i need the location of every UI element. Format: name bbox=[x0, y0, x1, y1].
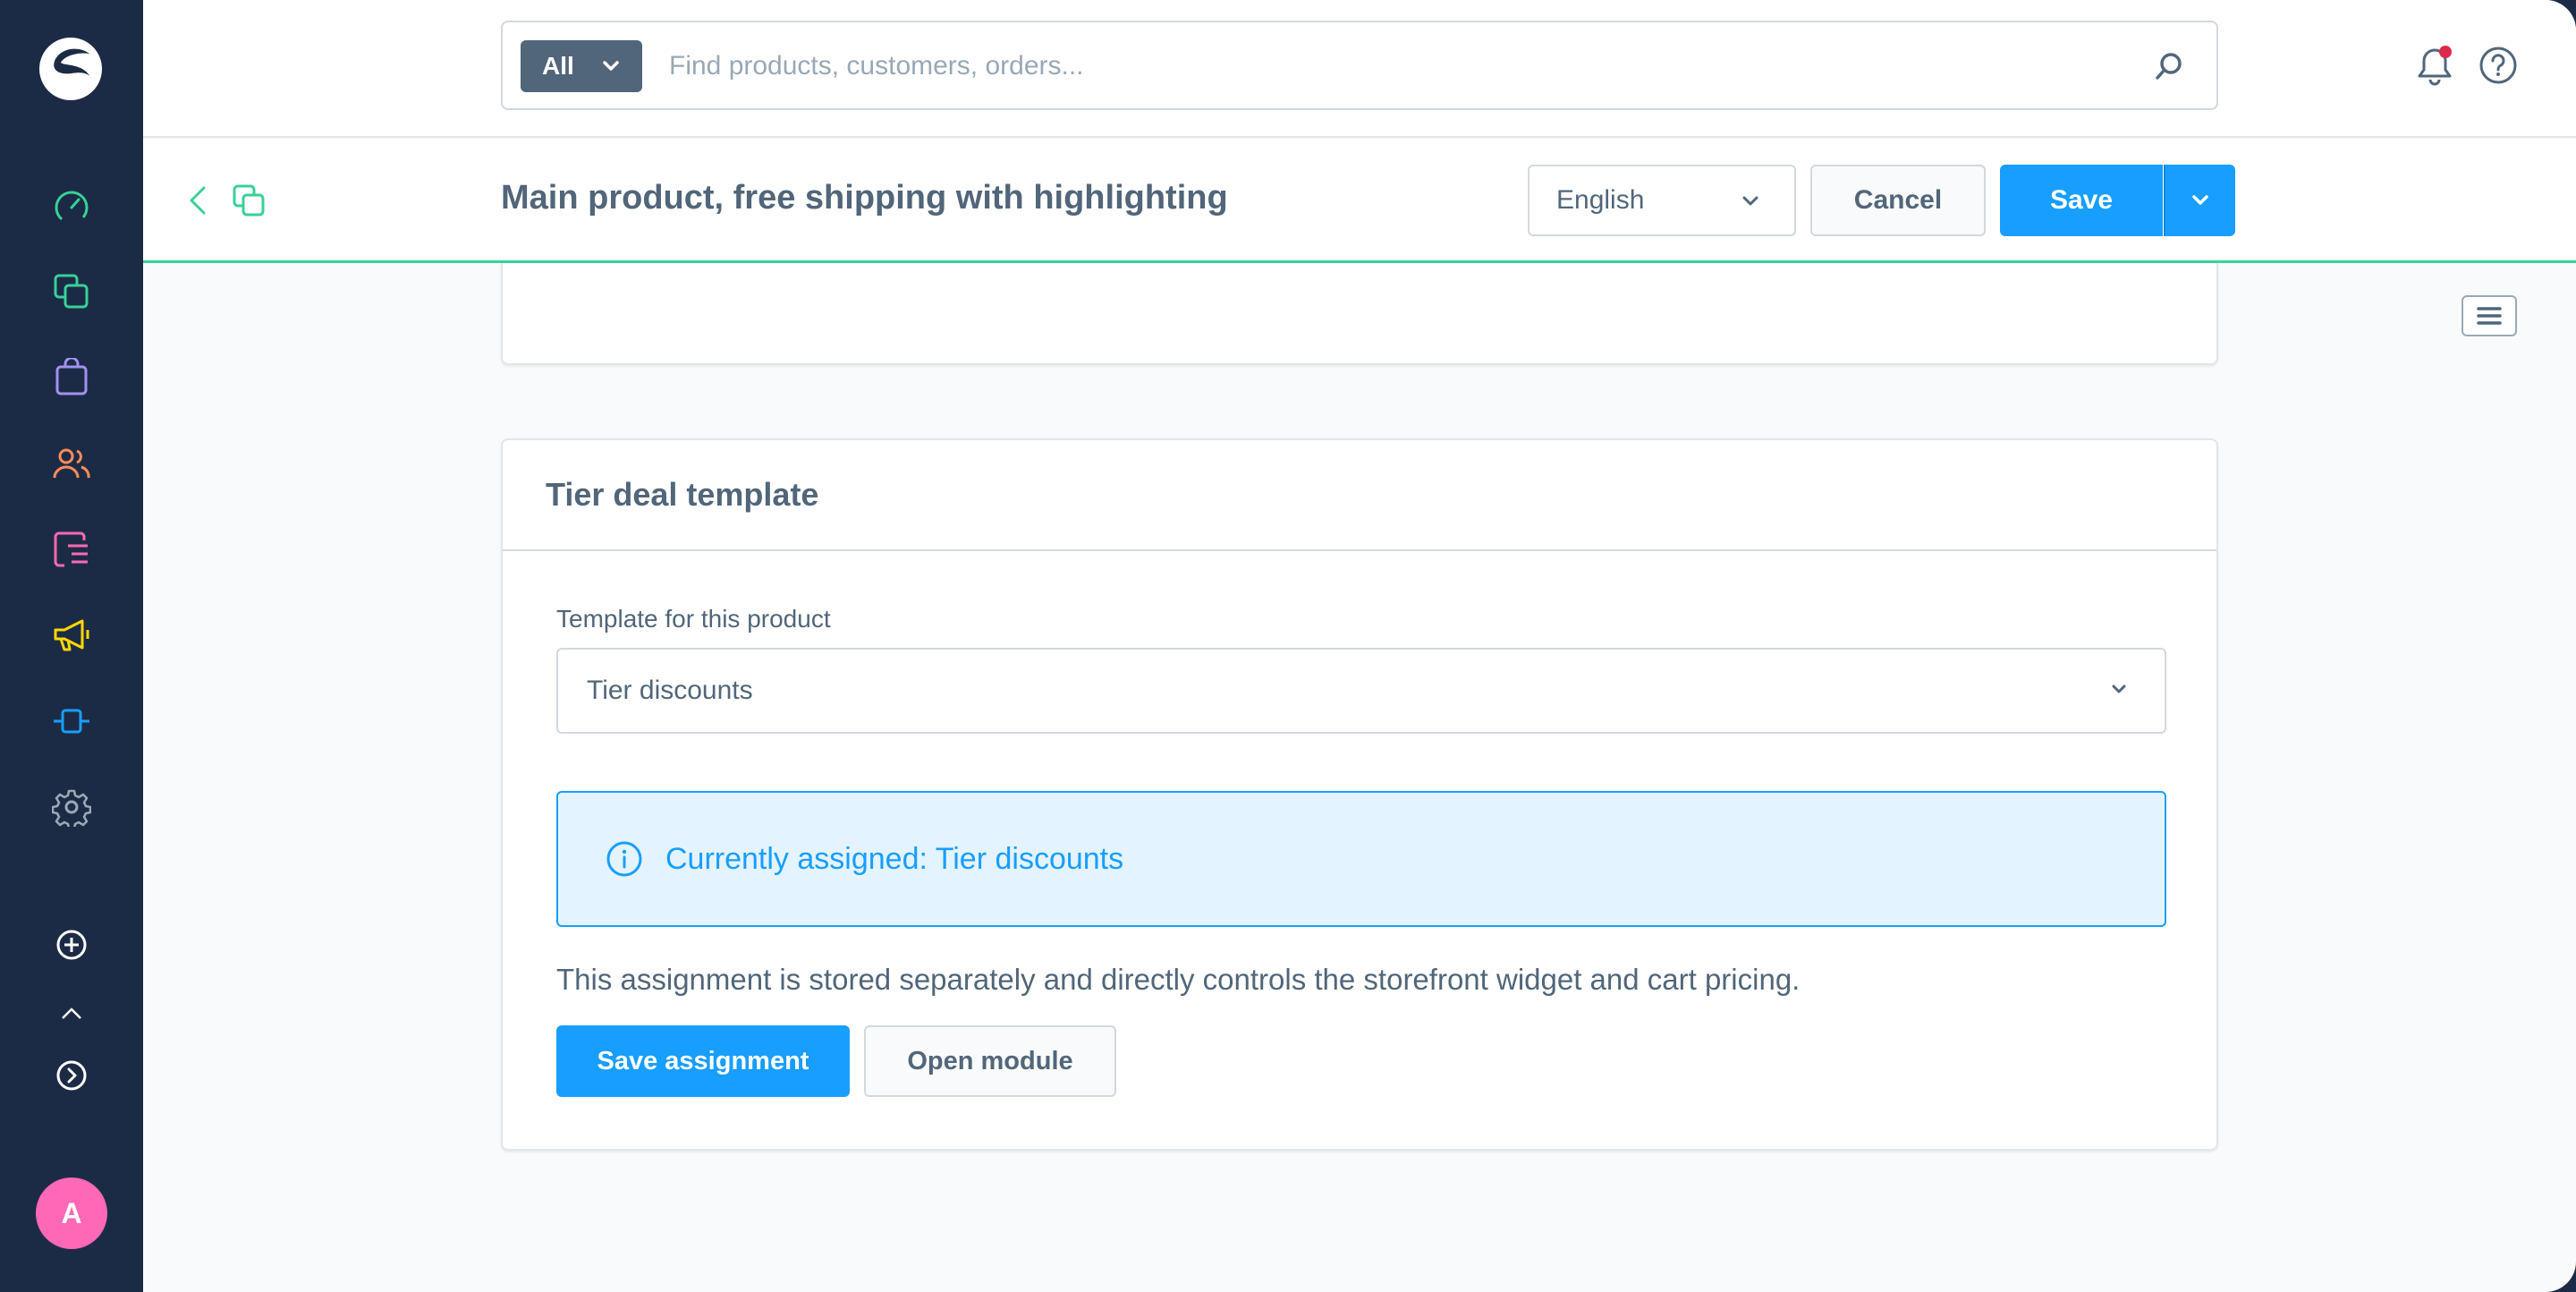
admin-main: All Ma bbox=[143, 0, 2576, 1292]
smart-bar: Main product, free shipping with highlig… bbox=[143, 140, 2576, 263]
notification-bell-icon[interactable] bbox=[2413, 45, 2456, 88]
sidebar-toggle-button[interactable] bbox=[2462, 295, 2517, 336]
chevron-down-icon bbox=[2112, 684, 2126, 693]
save-assignment-button[interactable]: Save assignment bbox=[556, 1025, 850, 1097]
shopware-logo-icon[interactable] bbox=[38, 36, 104, 102]
search-type-dropdown[interactable]: All bbox=[521, 40, 642, 92]
chevron-down-icon bbox=[2192, 195, 2208, 205]
extensions-icon[interactable] bbox=[52, 701, 91, 741]
expand-sidebar-icon[interactable] bbox=[52, 1056, 91, 1095]
top-bar: All bbox=[143, 0, 2576, 138]
chevron-down-icon bbox=[1742, 196, 1758, 206]
open-module-button[interactable]: Open module bbox=[864, 1025, 1116, 1097]
save-button[interactable]: Save bbox=[2000, 165, 2163, 236]
content-icon[interactable] bbox=[52, 530, 91, 569]
duplicate-icon[interactable] bbox=[231, 183, 267, 218]
language-switch[interactable]: English bbox=[1528, 165, 1796, 236]
save-options-button[interactable] bbox=[2164, 165, 2235, 236]
admin-sidebar: A bbox=[0, 0, 143, 1292]
marketing-icon[interactable] bbox=[52, 616, 91, 655]
global-search: All bbox=[501, 21, 2218, 110]
help-icon[interactable] bbox=[2478, 45, 2519, 86]
tier-deal-card: Tier deal template Template for this pro… bbox=[501, 438, 2218, 1151]
catalogues-icon[interactable] bbox=[52, 272, 91, 311]
back-arrow-icon[interactable] bbox=[182, 183, 215, 218]
search-input[interactable] bbox=[669, 40, 2136, 92]
page-title: Main product, free shipping with highlig… bbox=[501, 179, 1228, 217]
add-sales-channel-icon[interactable] bbox=[52, 925, 91, 965]
search-icon[interactable] bbox=[2154, 51, 2184, 81]
template-select-value: Tier discounts bbox=[587, 676, 753, 705]
chevron-down-icon bbox=[603, 61, 619, 71]
user-avatar[interactable]: A bbox=[36, 1177, 107, 1249]
card-title: Tier deal template bbox=[546, 476, 819, 513]
info-icon bbox=[606, 841, 642, 877]
card-header: Tier deal template bbox=[503, 440, 2216, 551]
search-type-label: All bbox=[542, 52, 574, 80]
language-switch-value: English bbox=[1556, 185, 1645, 215]
menu-icon bbox=[2477, 307, 2502, 325]
cancel-button[interactable]: Cancel bbox=[1810, 165, 1986, 236]
info-alert: Currently assigned: Tier discounts bbox=[556, 791, 2166, 927]
sales-channel-icon[interactable] bbox=[52, 1002, 91, 1022]
assignment-help-text: This assignment is stored separately and… bbox=[556, 963, 1801, 996]
orders-icon[interactable] bbox=[52, 358, 91, 397]
customers-icon[interactable] bbox=[52, 444, 91, 483]
info-alert-text: Currently assigned: Tier discounts bbox=[665, 841, 1124, 876]
template-select[interactable]: Tier discounts bbox=[556, 648, 2166, 734]
settings-icon[interactable] bbox=[52, 787, 91, 827]
dashboard-icon[interactable] bbox=[52, 186, 91, 225]
template-field-label: Template for this product bbox=[556, 605, 831, 633]
previous-card bbox=[501, 263, 2218, 365]
